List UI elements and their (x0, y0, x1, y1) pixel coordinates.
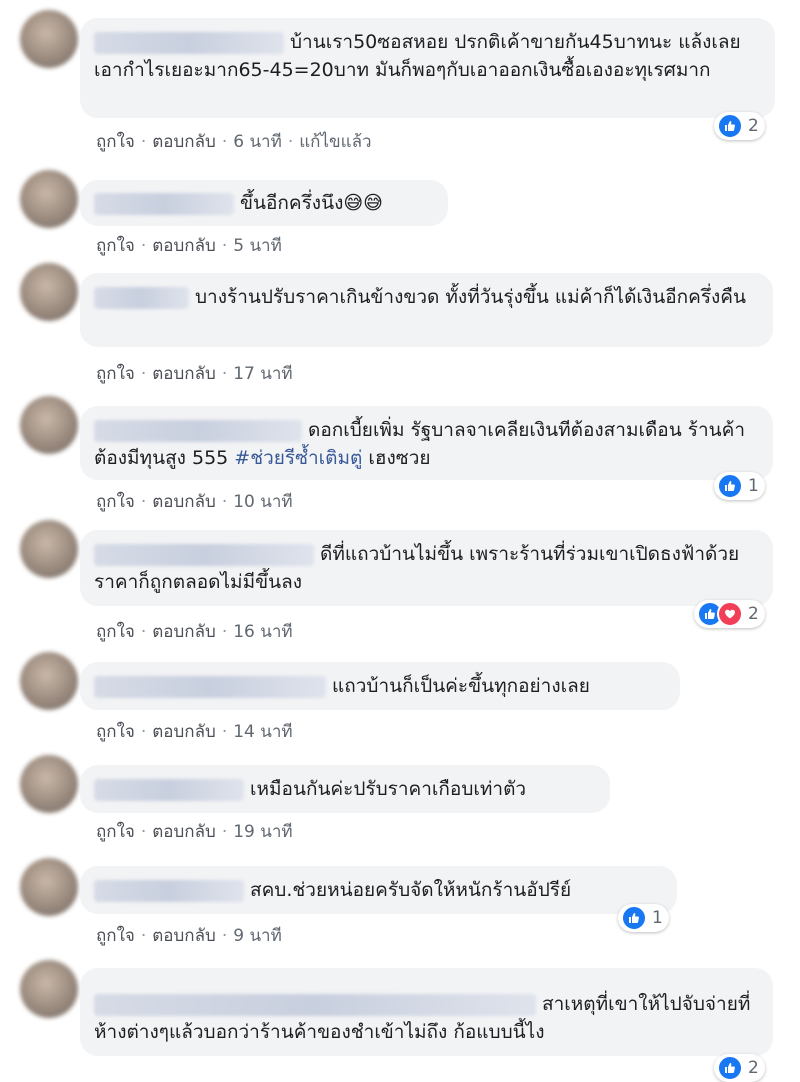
reaction-summary[interactable]: 2 (714, 112, 765, 140)
author-name-redacted[interactable] (94, 543, 314, 566)
reply-link[interactable]: ตอบกลับ (152, 722, 216, 742)
avatar[interactable] (20, 520, 78, 578)
author-name-redacted[interactable] (94, 879, 244, 902)
avatar[interactable] (20, 263, 78, 321)
comment-actions: ถูกใจ · ตอบกลับ · 9 นาที (96, 926, 282, 946)
comment-bubble: เหมือนกันค่ะปรับราคาเกือบเท่าตัว (80, 765, 610, 813)
comment-actions: ถูกใจ · ตอบกลับ · 5 นาที (96, 236, 282, 256)
comment-bubble: ดอกเบี้ยเพิ่ม รัฐบาลจาเคลียเงินทีต้องสาม… (80, 406, 773, 480)
comment-text: เหมือนกันค่ะปรับราคาเกือบเท่าตัว (250, 778, 527, 800)
comment-bubble: สคบ.ช่วยหน่อยครับจัดให้หนักร้านอัปรีย์ (80, 866, 677, 914)
reaction-count: 2 (748, 1058, 759, 1078)
author-name-redacted[interactable] (94, 993, 536, 1016)
reply-link[interactable]: ตอบกลับ (152, 622, 216, 642)
like-link[interactable]: ถูกใจ (96, 926, 135, 946)
comment-text-end: เฮงซวย (362, 447, 431, 469)
like-link[interactable]: ถูกใจ (96, 364, 135, 384)
comment-actions: ถูกใจ · ตอบกลับ · 16 นาที (96, 622, 293, 642)
comment-actions: ถูกใจ · ตอบกลับ · 10 นาที (96, 492, 293, 512)
author-name-redacted[interactable] (94, 675, 326, 698)
comment-actions: ถูกใจ · ตอบกลับ · 6 นาที · แก้ไขแล้ว (96, 132, 372, 152)
reply-link[interactable]: ตอบกลับ (152, 822, 216, 842)
comment-text: แถวบ้านก็เป็นค่ะขึ้นทุกอย่างเลย (332, 675, 590, 697)
like-link[interactable]: ถูกใจ (96, 236, 135, 256)
timestamp[interactable]: 5 นาที (233, 236, 282, 256)
reaction-summary[interactable]: 1 (714, 472, 765, 500)
like-link[interactable]: ถูกใจ (96, 822, 135, 842)
hashtag-link[interactable]: #ช่วยรีซ้ำเติมตู่ (234, 447, 362, 469)
like-link[interactable]: ถูกใจ (96, 492, 135, 512)
comment-bubble: แถวบ้านก็เป็นค่ะขึ้นทุกอย่างเลย (80, 662, 680, 710)
avatar[interactable] (20, 755, 78, 813)
reaction-count: 1 (652, 908, 663, 928)
timestamp[interactable]: 16 นาที (233, 622, 292, 642)
timestamp[interactable]: 19 นาที (233, 822, 292, 842)
comment-bubble: สาเหตุที่เขาให้ไปจับจ่ายที่ห้างต่างๆแล้ว… (80, 968, 773, 1056)
avatar[interactable] (20, 960, 78, 1018)
author-name-redacted[interactable] (94, 31, 284, 54)
comment-text: สคบ.ช่วยหน่อยครับจัดให้หนักร้านอัปรีย์ (250, 879, 572, 901)
comment-actions: ถูกใจ · ตอบกลับ · 19 นาที (96, 822, 293, 842)
reaction-summary[interactable]: 1 (618, 904, 669, 932)
author-name-redacted[interactable] (94, 192, 234, 215)
like-link[interactable]: ถูกใจ (96, 722, 135, 742)
reply-link[interactable]: ตอบกลับ (152, 492, 216, 512)
like-link[interactable]: ถูกใจ (96, 622, 135, 642)
avatar[interactable] (20, 396, 78, 454)
reply-link[interactable]: ตอบกลับ (152, 236, 216, 256)
timestamp[interactable]: 9 นาที (233, 926, 282, 946)
comment-bubble: บ้านเรา50ซอสหอย ปรกติเค้าขายกัน45บาทนะ แ… (80, 18, 775, 118)
reaction-count: 2 (748, 116, 759, 136)
reply-link[interactable]: ตอบกลับ (152, 132, 216, 152)
timestamp[interactable]: 17 นาที (233, 364, 292, 384)
edited-label: แก้ไขแล้ว (299, 132, 372, 152)
avatar[interactable] (20, 170, 78, 228)
author-name-redacted[interactable] (94, 778, 244, 801)
love-reaction-icon (717, 601, 743, 627)
reply-link[interactable]: ตอบกลับ (152, 926, 216, 946)
author-name-redacted[interactable] (94, 419, 302, 442)
reaction-summary[interactable]: 2 (694, 600, 765, 628)
reaction-summary[interactable]: 2 (714, 1054, 765, 1082)
timestamp[interactable]: 6 นาที (233, 132, 282, 152)
like-reaction-icon (717, 1055, 743, 1081)
reply-link[interactable]: ตอบกลับ (152, 364, 216, 384)
like-reaction-icon (621, 905, 647, 931)
comment-actions: ถูกใจ · ตอบกลับ · 14 นาที (96, 722, 293, 742)
like-reaction-icon (717, 113, 743, 139)
avatar[interactable] (20, 858, 78, 916)
comment-bubble: ขึ้นอีกครึ่งนึง😅😅 (80, 180, 448, 226)
avatar[interactable] (20, 10, 78, 68)
comment-text: ขึ้นอีกครึ่งนึง😅😅 (240, 192, 383, 214)
comment-bubble: ดีที่แถวบ้านไม่ขึ้น เพราะร้านที่ร่วมเขาเ… (80, 530, 773, 606)
comment-text: บางร้านปรับราคาเกินข้างขวด ทั้งที่วันรุ่… (195, 286, 746, 308)
reaction-count: 1 (748, 476, 759, 496)
like-reaction-icon (717, 473, 743, 499)
timestamp[interactable]: 14 นาที (233, 722, 292, 742)
avatar[interactable] (20, 652, 78, 710)
timestamp[interactable]: 10 นาที (233, 492, 292, 512)
reaction-count: 2 (748, 604, 759, 624)
like-link[interactable]: ถูกใจ (96, 132, 135, 152)
comment-actions: ถูกใจ · ตอบกลับ · 17 นาที (96, 364, 293, 384)
author-name-redacted[interactable] (94, 286, 189, 309)
comment-bubble: บางร้านปรับราคาเกินข้างขวด ทั้งที่วันรุ่… (80, 273, 773, 347)
